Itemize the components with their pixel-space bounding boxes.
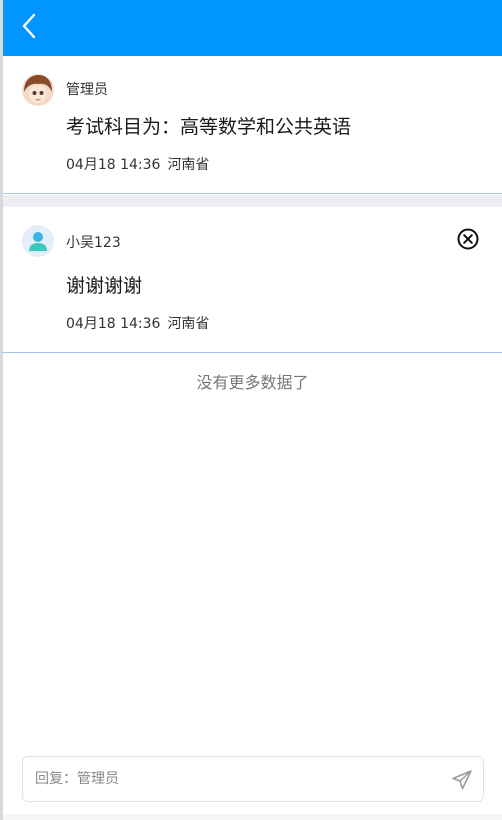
comment-time: 04月18 14:36 bbox=[66, 316, 161, 332]
reply-input[interactable] bbox=[35, 757, 435, 801]
comment-author: 管理员 bbox=[66, 82, 108, 98]
close-circle-icon bbox=[457, 228, 479, 250]
send-icon bbox=[452, 770, 472, 790]
user-avatar-icon bbox=[22, 225, 54, 257]
comment-item: 小吴123 谢谢谢谢 04月18 14:36 河南省 bbox=[3, 207, 502, 353]
cartoon-girl-avatar-icon bbox=[22, 74, 54, 106]
no-more-data-text: 没有更多数据了 bbox=[196, 373, 309, 392]
top-nav-bar bbox=[3, 0, 502, 56]
comment-time: 04月18 14:36 bbox=[66, 157, 161, 173]
comment-page: 管理员 考试科目为：高等数学和公共英语 04月18 14:36 河南省 小吴12… bbox=[0, 0, 502, 820]
avatar bbox=[22, 74, 54, 106]
comment-meta: 04月18 14:36 河南省 bbox=[66, 154, 209, 174]
bottom-strip bbox=[3, 814, 502, 820]
comment-author: 小吴123 bbox=[66, 235, 121, 251]
chevron-left-icon bbox=[22, 13, 36, 39]
comment-location: 河南省 bbox=[167, 316, 210, 332]
delete-comment-button[interactable] bbox=[456, 227, 480, 251]
reply-bar bbox=[22, 756, 484, 802]
comment-text: 考试科目为：高等数学和公共英语 bbox=[66, 116, 352, 138]
divider bbox=[3, 195, 502, 207]
back-button[interactable] bbox=[15, 10, 43, 42]
comment-location: 河南省 bbox=[167, 157, 210, 173]
comment-text: 谢谢谢谢 bbox=[66, 275, 143, 297]
avatar bbox=[22, 225, 54, 257]
comment-item: 管理员 考试科目为：高等数学和公共英语 04月18 14:36 河南省 bbox=[3, 56, 502, 194]
send-button[interactable] bbox=[449, 767, 475, 793]
comment-meta: 04月18 14:36 河南省 bbox=[66, 313, 209, 333]
